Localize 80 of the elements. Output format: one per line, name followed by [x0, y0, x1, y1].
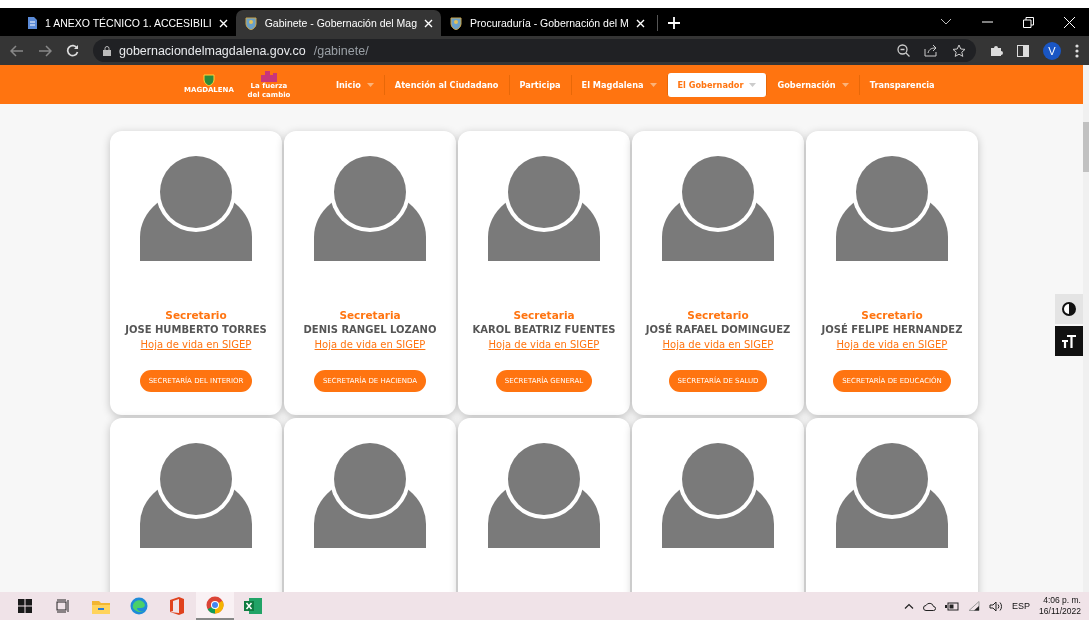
- crest-icon: [201, 74, 216, 87]
- contrast-icon: [1062, 302, 1076, 316]
- person-name: JOSÉ FELIPE HERNANDEZ: [821, 324, 963, 335]
- star-icon[interactable]: [952, 44, 966, 57]
- windows-icon[interactable]: [18, 599, 32, 613]
- side-panel-icon[interactable]: [1017, 44, 1029, 57]
- zoom-out-icon[interactable]: [897, 44, 910, 57]
- building-icon: [259, 70, 278, 83]
- text-size-button[interactable]: [1055, 326, 1083, 356]
- chrome-icon[interactable]: [206, 596, 224, 614]
- nav-item[interactable]: Inicio: [325, 72, 384, 97]
- browser-tab[interactable]: 1 ANEXO TÉCNICO 1. ACCESIBILI: [18, 10, 236, 36]
- kebab-menu-icon[interactable]: [1075, 43, 1079, 58]
- avatar-silhouette-icon: [314, 442, 426, 548]
- avatar-silhouette-icon: [662, 155, 774, 261]
- share-icon[interactable]: [924, 44, 938, 57]
- text-size-icon: [1062, 334, 1076, 348]
- url-field[interactable]: gobernaciondelmagdalena.gov.co /gabinete/: [93, 39, 976, 62]
- resume-link[interactable]: Hoja de vida en SIGEP: [314, 339, 426, 350]
- volume-icon[interactable]: [989, 600, 1004, 612]
- browser-tab[interactable]: Procuraduría - Gobernación del M: [441, 10, 653, 36]
- crest-icon: [243, 16, 258, 30]
- scrollbar[interactable]: [1083, 104, 1089, 592]
- reload-icon[interactable]: [66, 44, 79, 57]
- chevron-down-icon[interactable]: [940, 18, 952, 26]
- person-name: JOSE HUMBERTO TORRES: [125, 324, 267, 335]
- avatar-silhouette-icon: [140, 442, 252, 548]
- resume-link[interactable]: Hoja de vida en SIGEP: [140, 339, 252, 350]
- nav-item[interactable]: Transparencia: [859, 72, 945, 97]
- profile-avatar[interactable]: V: [1043, 41, 1061, 60]
- scrollbar-thumb[interactable]: [1083, 122, 1089, 172]
- nav-item[interactable]: El Gobernador: [667, 72, 767, 97]
- avatar-silhouette-icon: [836, 442, 948, 548]
- person-name: KAROL BEATRIZ FUENTES: [472, 324, 616, 335]
- cloud-icon[interactable]: [923, 601, 937, 611]
- person-name: JOSÉ RAFAEL DOMINGUEZ: [645, 324, 791, 335]
- role-title: Secretaria: [339, 309, 401, 321]
- resume-link[interactable]: Hoja de vida en SIGEP: [836, 339, 948, 350]
- close-icon[interactable]: [424, 18, 434, 28]
- contrast-button[interactable]: [1055, 294, 1083, 324]
- forward-icon[interactable]: [38, 44, 52, 57]
- close-icon[interactable]: [1064, 16, 1075, 28]
- new-tab-icon[interactable]: [667, 17, 680, 29]
- edge-icon[interactable]: [130, 597, 148, 615]
- nav-item[interactable]: El Magdalena: [571, 72, 667, 97]
- clock-time[interactable]: 4:06 p. m.: [1043, 595, 1081, 606]
- task-view-icon[interactable]: [56, 599, 70, 613]
- role-title: Secretaria: [513, 309, 575, 321]
- person-name: DENIS RANGEL LOZANO: [303, 324, 437, 335]
- back-icon[interactable]: [10, 44, 24, 57]
- clock-date[interactable]: 16/11/2022: [1039, 606, 1081, 617]
- puzzle-icon[interactable]: [990, 44, 1003, 57]
- avatar-silhouette-icon: [488, 155, 600, 261]
- avatar-silhouette-icon: [836, 155, 948, 261]
- resume-link[interactable]: Hoja de vida en SIGEP: [662, 339, 774, 350]
- battery-icon[interactable]: [945, 601, 960, 611]
- office-icon[interactable]: [169, 597, 185, 615]
- role-title: Secretario: [165, 309, 227, 321]
- crest-icon: [449, 16, 464, 30]
- browser-tab[interactable]: Gabinete - Gobernación del Mag: [235, 10, 442, 36]
- role-title: Secretario: [861, 309, 923, 321]
- document-icon: [26, 16, 38, 30]
- nav-item[interactable]: Participa: [509, 72, 571, 97]
- chevron-up-icon[interactable]: [904, 603, 915, 609]
- close-icon[interactable]: [635, 18, 645, 28]
- lock-icon: [103, 45, 111, 56]
- avatar-silhouette-icon: [488, 442, 600, 548]
- role-title: Secretario: [687, 309, 749, 321]
- nav-item[interactable]: Atención al Ciudadano: [384, 72, 509, 97]
- language-indicator[interactable]: ESP: [1012, 601, 1031, 611]
- spreadsheet-icon[interactable]: [244, 598, 262, 614]
- nav-item[interactable]: Gobernación: [767, 72, 859, 97]
- avatar-silhouette-icon: [314, 155, 426, 261]
- avatar-silhouette-icon: [662, 442, 774, 548]
- folder-icon[interactable]: [92, 598, 110, 614]
- wifi-icon[interactable]: [968, 601, 981, 611]
- restore-icon[interactable]: [1023, 16, 1034, 28]
- avatar-silhouette-icon: [140, 155, 252, 261]
- close-icon[interactable]: [218, 18, 228, 28]
- resume-link[interactable]: Hoja de vida en SIGEP: [488, 339, 600, 350]
